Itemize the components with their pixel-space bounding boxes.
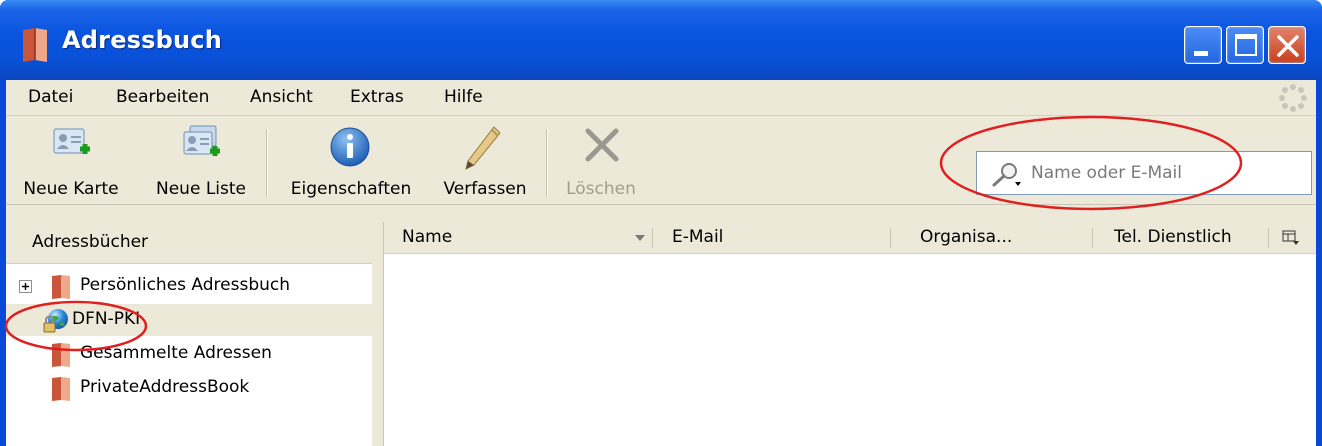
close-button[interactable] [1268, 26, 1306, 64]
address-book-icon [52, 275, 70, 299]
address-book-window: Adressbuch Datei Bearbeiten Ansicht Extr… [0, 0, 1322, 446]
delete-button[interactable]: Löschen [558, 117, 644, 205]
address-book-label: Persönliches Adressbuch [80, 275, 291, 295]
column-separator[interactable] [890, 228, 891, 248]
address-books-pane: Adressbücher Persönliches Adressbuch DFN… [6, 222, 372, 446]
compose-button[interactable]: Verfassen [430, 117, 540, 205]
ldap-directory-icon [43, 309, 68, 333]
client-area: Datei Bearbeiten Ansicht Extras Hilfe Ne… [6, 80, 1316, 446]
new-card-button[interactable]: Neue Karte [6, 117, 136, 205]
new-list-label: Neue Liste [156, 179, 246, 199]
contacts-list[interactable]: Name E-Mail Organisa... Tel. Dienstlich [384, 222, 1316, 446]
address-book-item-collected[interactable]: Gesammelte Adressen [6, 338, 372, 370]
column-header-bar: Name E-Mail Organisa... Tel. Dienstlich [384, 222, 1316, 254]
sort-descending-icon [635, 235, 645, 241]
compose-label: Verfassen [443, 179, 527, 199]
delete-label: Löschen [566, 179, 636, 199]
close-icon [1277, 35, 1299, 57]
properties-button[interactable]: Eigenschaften [276, 117, 426, 205]
column-separator[interactable] [652, 228, 653, 248]
address-books-header: Adressbücher [6, 222, 372, 264]
delete-icon [585, 128, 619, 162]
maximize-button[interactable] [1226, 26, 1264, 64]
menu-bar: Datei Bearbeiten Ansicht Extras Hilfe [6, 80, 1316, 116]
info-icon [330, 127, 370, 167]
column-work-phone[interactable]: Tel. Dienstlich [1114, 227, 1232, 247]
minimize-button[interactable] [1184, 26, 1222, 64]
address-book-label: Gesammelte Adressen [80, 343, 272, 363]
new-list-icon [183, 125, 220, 156]
new-card-icon [53, 128, 90, 154]
address-book-app-icon [23, 28, 47, 62]
minimize-icon [1194, 51, 1208, 56]
address-book-label: PrivateAddressBook [80, 377, 250, 397]
toolbar-separator [546, 129, 548, 197]
address-books-header-label: Adressbücher [32, 232, 149, 252]
activity-throbber-icon [1279, 84, 1307, 112]
maximize-icon [1235, 34, 1257, 56]
column-separator[interactable] [1092, 228, 1093, 248]
search-input[interactable] [1029, 158, 1299, 188]
toolbar-separator [266, 129, 268, 197]
column-picker-icon[interactable] [1282, 230, 1300, 246]
address-book-icon [52, 377, 70, 401]
menu-extras[interactable]: Extras [350, 87, 404, 107]
menu-ansicht[interactable]: Ansicht [250, 87, 313, 107]
column-separator[interactable] [1268, 228, 1269, 248]
column-organization[interactable]: Organisa... [920, 227, 1012, 247]
search-icon[interactable] [989, 160, 1023, 188]
menu-datei[interactable]: Datei [28, 87, 73, 107]
menu-bearbeiten[interactable]: Bearbeiten [116, 87, 209, 107]
address-book-item-personal[interactable]: Persönliches Adressbuch [6, 270, 372, 302]
address-book-icon [52, 343, 70, 367]
address-book-item-private[interactable]: PrivateAddressBook [6, 372, 372, 404]
new-card-label: Neue Karte [23, 179, 119, 199]
menu-hilfe[interactable]: Hilfe [444, 87, 483, 107]
search-box[interactable] [976, 151, 1312, 195]
pencil-icon [465, 126, 501, 170]
address-book-item-dfn-pki[interactable]: DFN-PKI [6, 304, 372, 336]
pane-splitter[interactable] [372, 222, 384, 446]
title-bar[interactable]: Adressbuch [0, 0, 1322, 80]
properties-label: Eigenschaften [290, 179, 412, 199]
window-title: Adressbuch [62, 26, 223, 54]
column-name[interactable]: Name [402, 227, 452, 247]
new-list-button[interactable]: Neue Liste [140, 117, 262, 205]
expand-icon[interactable] [19, 280, 32, 293]
address-book-label: DFN-PKI [72, 309, 141, 329]
column-email[interactable]: E-Mail [672, 227, 723, 247]
